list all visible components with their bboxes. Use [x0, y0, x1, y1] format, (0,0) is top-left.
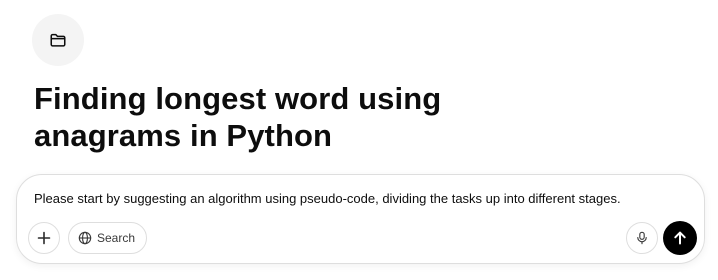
project-page: Finding longest word using anagrams in P… [0, 0, 718, 280]
folder-icon [49, 31, 67, 49]
project-folder-button[interactable] [32, 14, 84, 66]
send-button[interactable] [663, 221, 697, 255]
project-title: Finding longest word using anagrams in P… [34, 81, 442, 153]
add-attachment-button[interactable] [28, 222, 60, 254]
search-label: Search [97, 231, 136, 245]
search-button[interactable]: Search [68, 222, 148, 254]
globe-icon [78, 231, 92, 245]
arrow-up-icon [672, 230, 688, 246]
message-composer: Please start by suggesting an algorithm … [16, 174, 705, 264]
microphone-icon [635, 231, 649, 245]
voice-input-button[interactable] [626, 222, 658, 254]
plus-icon [37, 231, 51, 245]
prompt-input[interactable]: Please start by suggesting an algorithm … [34, 190, 621, 208]
